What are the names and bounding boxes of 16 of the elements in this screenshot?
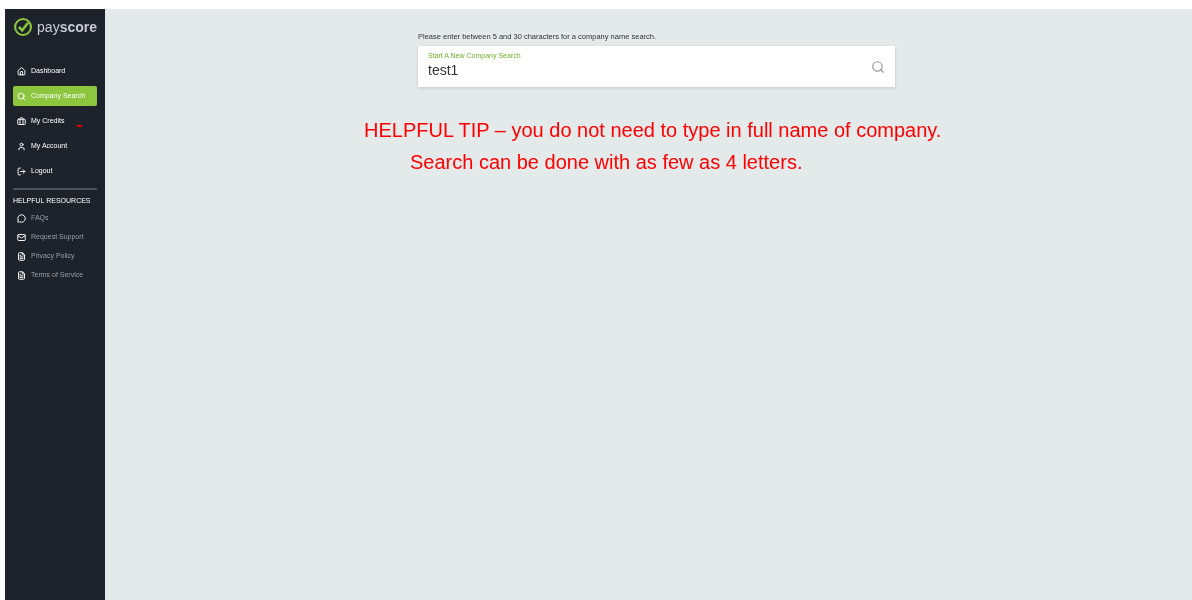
envelope-icon: [17, 233, 26, 242]
briefcase-icon: [17, 116, 26, 126]
chat-bubble-icon: [17, 214, 26, 223]
document-icon: [17, 252, 26, 261]
annotation-mark: [77, 125, 82, 127]
tip-text: HELPFUL TIP – you do not need to type in full name of company.: [364, 118, 943, 144]
search-icon[interactable]: [871, 59, 885, 74]
check-circle-logo-icon: [13, 16, 34, 38]
search-icon: [17, 91, 26, 101]
logout-icon: [17, 166, 26, 176]
user-icon: [17, 141, 26, 151]
document-icon: [17, 271, 26, 280]
home-icon: [17, 66, 26, 76]
logo-text: payscore: [37, 17, 97, 37]
tip-text: Search can be done with as few as 4 letters.: [410, 150, 804, 176]
search-input[interactable]: test1: [428, 60, 628, 82]
